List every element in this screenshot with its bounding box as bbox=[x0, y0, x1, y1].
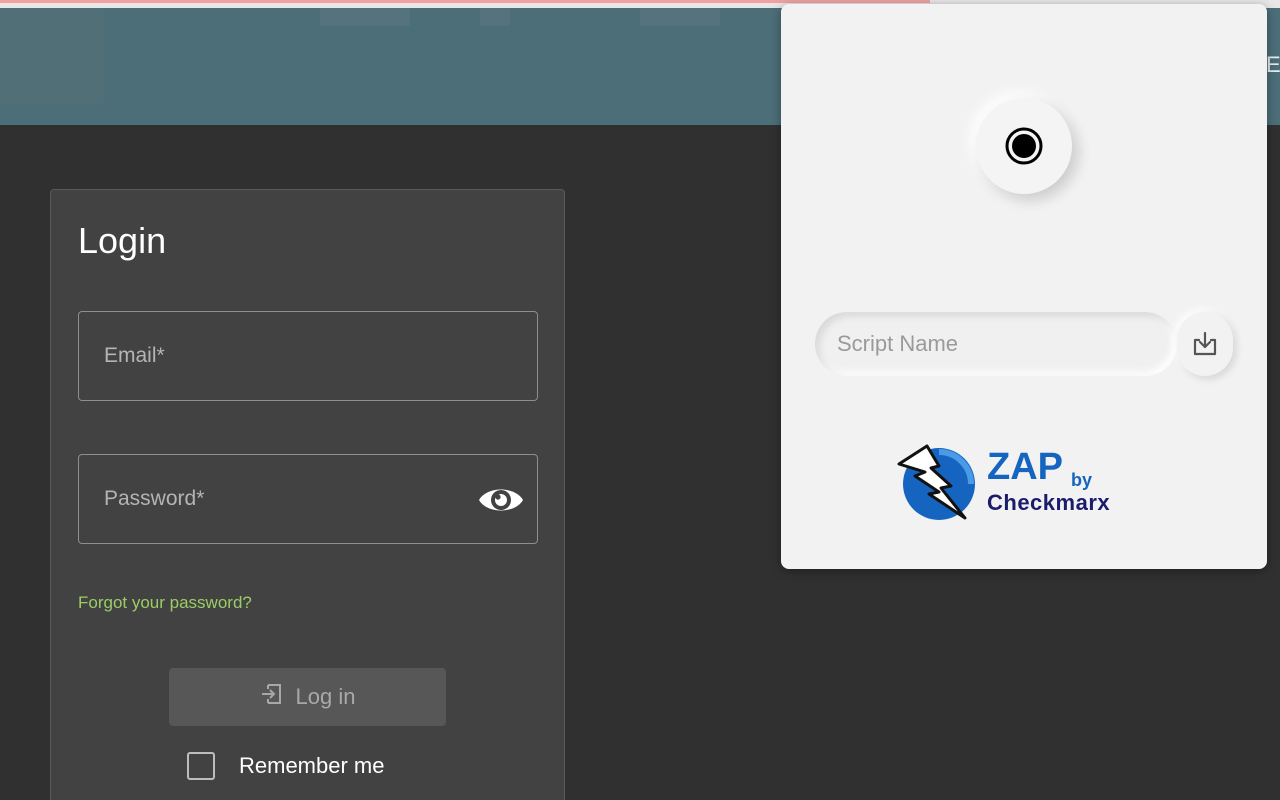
download-icon bbox=[1193, 331, 1217, 356]
script-name-input[interactable] bbox=[815, 312, 1177, 376]
zap-logo-text: ZAP bbox=[987, 446, 1063, 488]
zap-logo-by: by bbox=[1071, 470, 1093, 490]
remember-me-label: Remember me bbox=[239, 753, 385, 778]
login-title: Login bbox=[78, 220, 167, 261]
forgot-password-link[interactable]: Forgot your password? bbox=[78, 593, 252, 613]
zap-checkmarx-logo: ZAP by Checkmarx bbox=[895, 442, 1145, 524]
header-nav-item[interactable] bbox=[480, 8, 510, 26]
login-button[interactable]: Log in bbox=[169, 668, 446, 726]
record-button[interactable] bbox=[976, 98, 1072, 194]
checkmarx-logo-text: Checkmarx bbox=[987, 490, 1111, 515]
eye-icon[interactable] bbox=[477, 480, 525, 520]
header-logo-area bbox=[0, 8, 104, 104]
header-menu-text[interactable]: E bbox=[1266, 52, 1280, 78]
header-nav-item[interactable] bbox=[640, 8, 720, 26]
remember-me-checkbox[interactable] bbox=[187, 752, 215, 780]
loading-bar bbox=[0, 0, 930, 3]
remember-me: Remember me bbox=[187, 752, 384, 780]
password-field[interactable]: Password* bbox=[78, 454, 538, 544]
zap-lightning-icon bbox=[897, 444, 975, 520]
download-button[interactable] bbox=[1177, 312, 1233, 376]
login-card: Login Email* Password* Forgot your passw… bbox=[50, 189, 565, 800]
zap-recorder-popup: ZAP by Checkmarx bbox=[781, 4, 1267, 569]
email-field[interactable]: Email* bbox=[78, 311, 538, 401]
email-label: Email* bbox=[104, 344, 165, 367]
login-button-label: Log in bbox=[295, 684, 356, 709]
password-label: Password* bbox=[104, 487, 205, 510]
login-icon bbox=[260, 682, 284, 712]
header-nav-item[interactable] bbox=[320, 8, 410, 26]
record-icon bbox=[1005, 127, 1043, 165]
